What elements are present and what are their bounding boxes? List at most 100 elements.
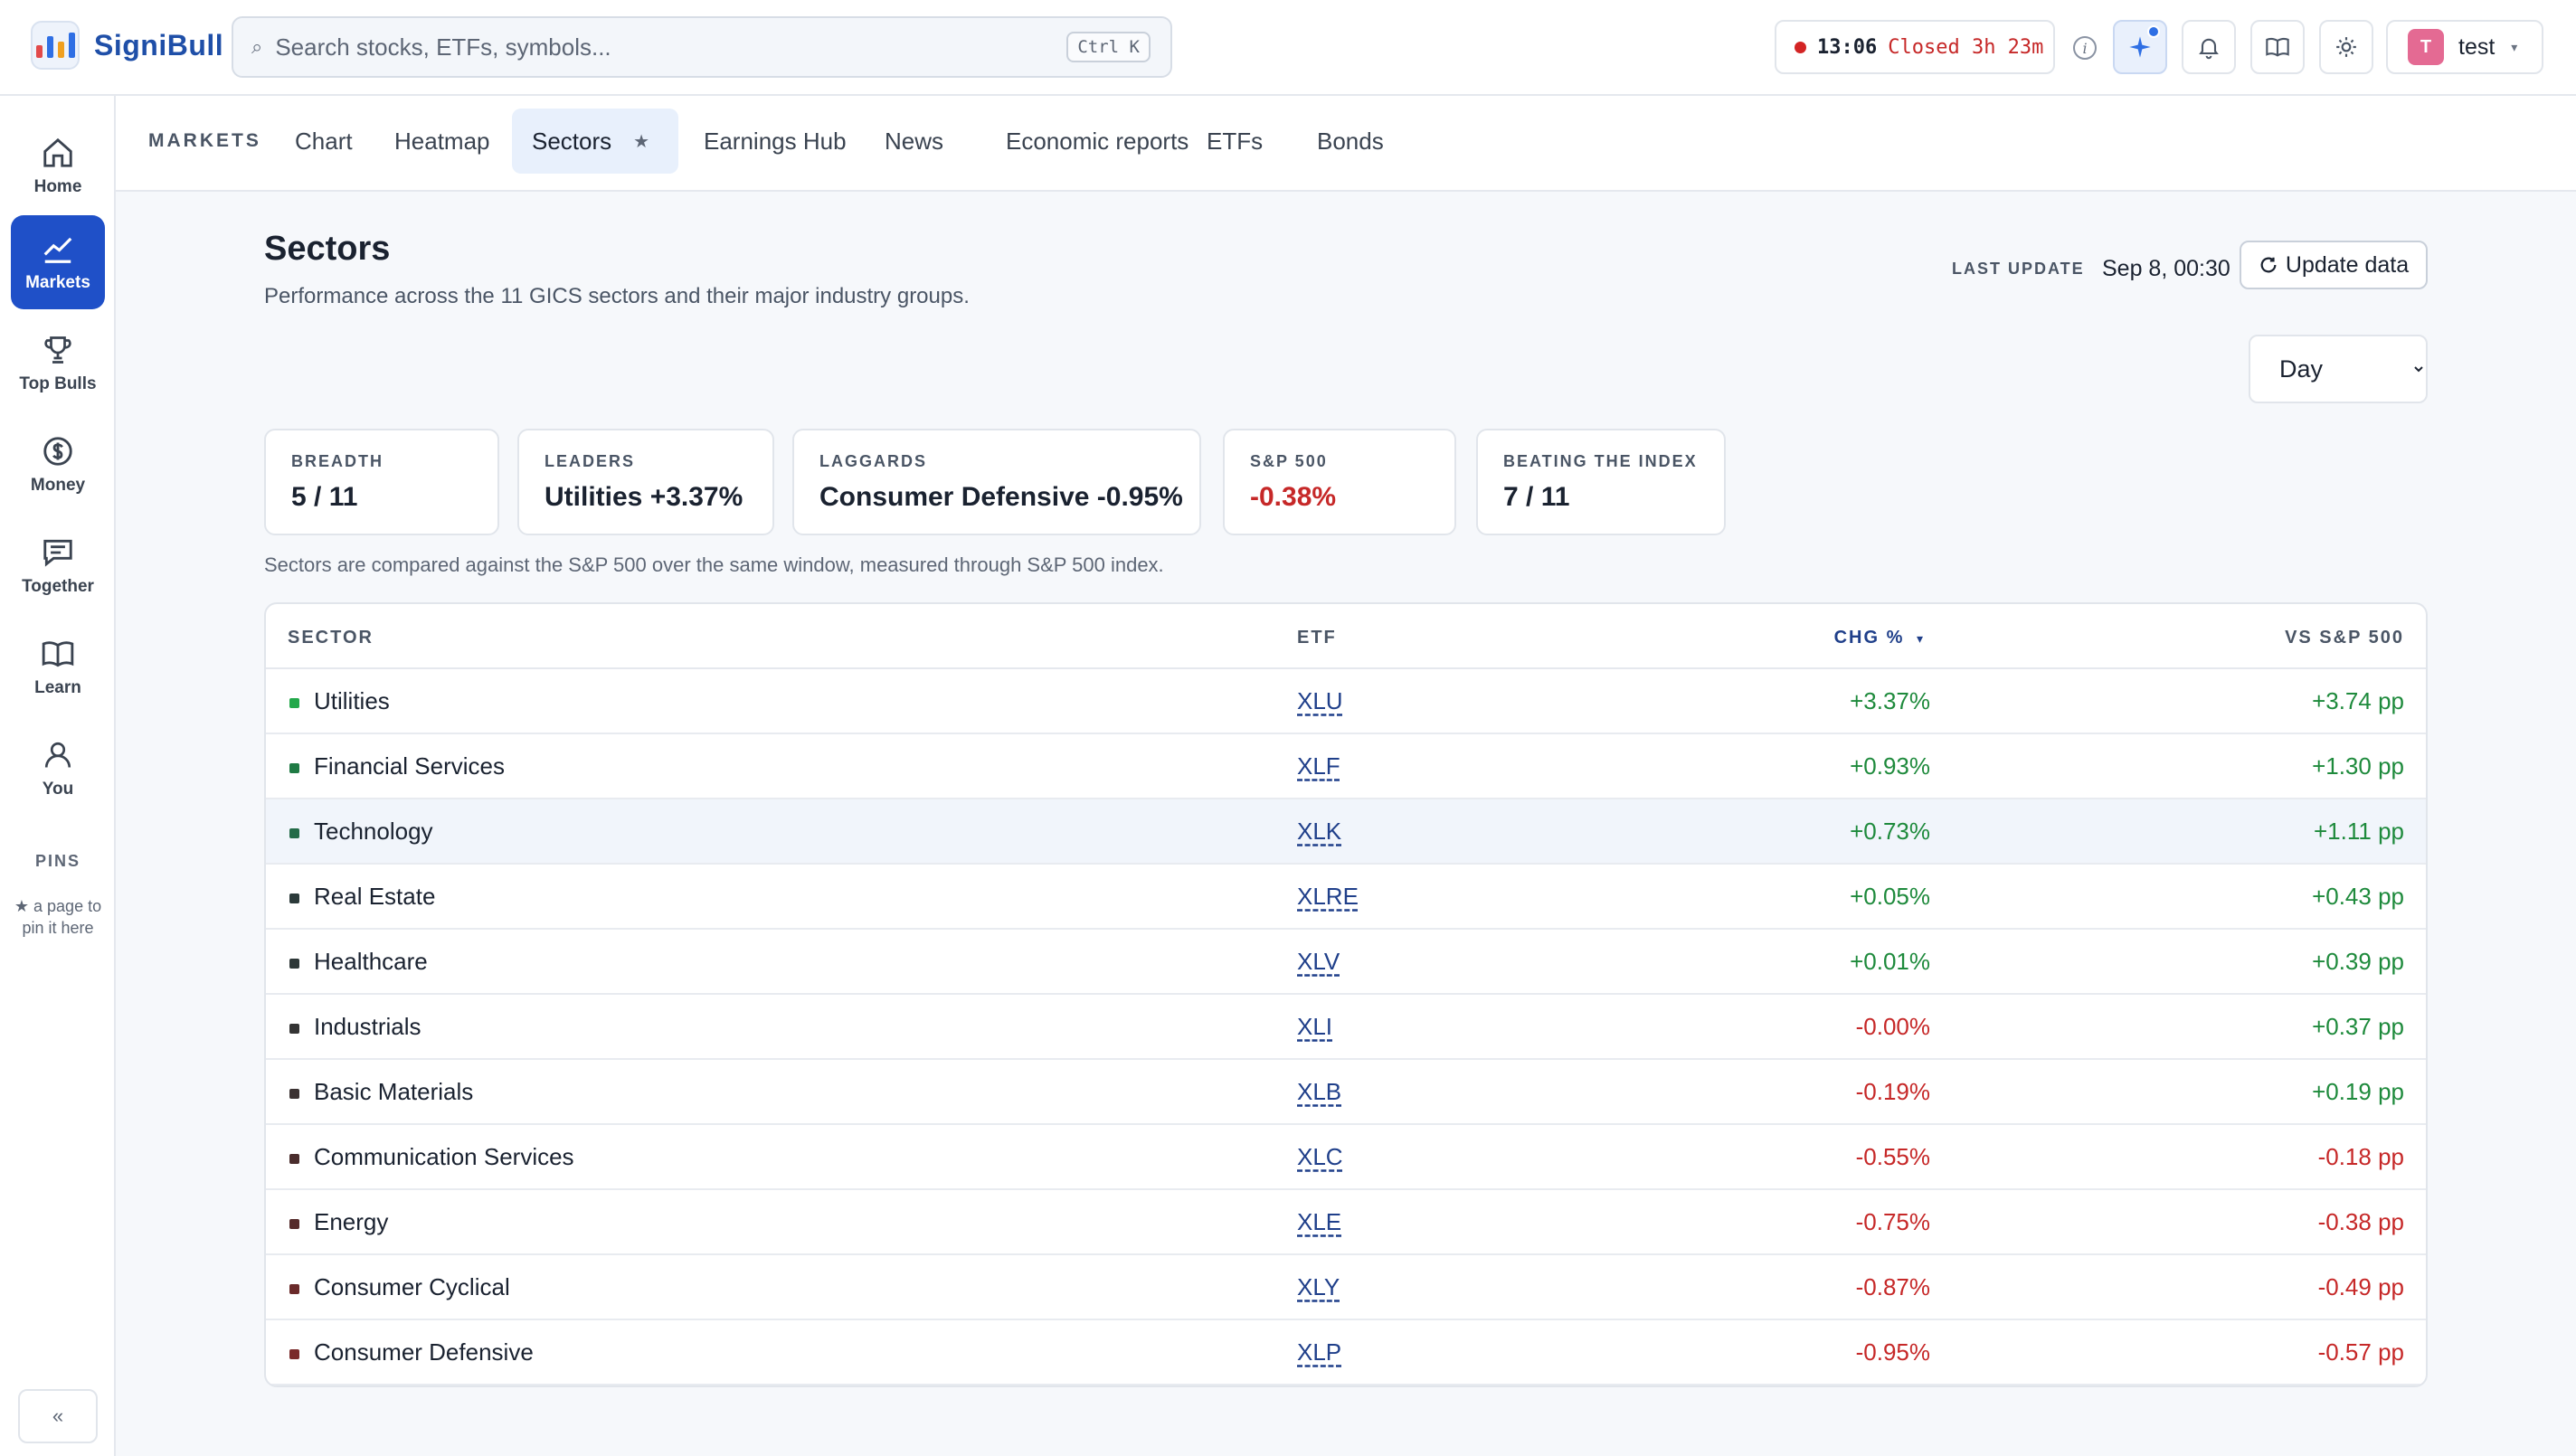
tab-etfs[interactable]: ETFs [1187,109,1283,174]
stat-value: Consumer Defensive -0.95% [819,482,1183,512]
etf-link[interactable]: XLP [1297,1338,1341,1366]
sector-color-dot [289,1024,299,1034]
refresh-icon [2260,257,2277,273]
table-row[interactable]: Consumer Cyclical XLY -0.87% -0.49 pp [266,1255,2426,1320]
collapse-sidebar-button[interactable]: « [18,1389,98,1443]
period-select[interactable]: Day [2249,335,2428,403]
sidebar-item-top-bulls[interactable]: Top Bulls [11,317,105,411]
sidebar-item-label: You [42,780,74,799]
table-row[interactable]: Financial Services XLF +0.93% +1.30 pp [266,734,2426,799]
sector-name: Consumer Cyclical [314,1273,510,1300]
etf-link[interactable]: XLK [1297,818,1341,846]
column-header-etf[interactable]: ETF [1297,628,1337,648]
tab-label: Economic reports [1006,127,1189,155]
sidebar-item-learn[interactable]: Learn [11,620,105,714]
bell-icon [2199,38,2219,60]
table-row[interactable]: Basic Materials XLB -0.19% +0.19 pp [266,1060,2426,1125]
chart-line-icon [43,237,72,263]
theme-toggle-button[interactable] [2319,20,2373,74]
table-header: SECTOR ETF CHG % ▾ VS S&P 500 [266,604,2426,669]
stat-label: S&P 500 [1250,452,1328,470]
etf-link[interactable]: XLB [1297,1078,1341,1106]
sector-name: Financial Services [314,752,505,780]
table-row[interactable]: Consumer Defensive XLP -0.95% -0.57 pp [266,1320,2426,1385]
sidebar-item-you[interactable]: You [11,722,105,816]
user-menu-button[interactable]: T test ▾ [2386,20,2543,74]
stat-value: -0.38% [1250,482,1337,512]
etf-link[interactable]: XLU [1297,687,1343,715]
table-row[interactable]: Industrials XLI -0.00% +0.37 pp [266,995,2426,1060]
change-percent: +0.01% [1850,948,1930,975]
change-percent: +0.05% [1850,883,1930,910]
change-percent: -0.95% [1855,1338,1930,1366]
sidebar-item-markets[interactable]: Markets [11,215,105,309]
change-percent: +0.73% [1850,818,1930,845]
table-row[interactable]: Real Estate XLRE +0.05% +0.43 pp [266,865,2426,930]
column-header-chg[interactable]: CHG % ▾ [1834,628,1925,648]
sidebar-item-money[interactable]: Money [11,418,105,512]
logo[interactable]: SigniBull [31,21,223,70]
stat-card-breadth: BREADTH 5 / 11 [264,429,499,535]
tab-chart[interactable]: Chart [275,109,373,174]
stat-label: BEATING THE INDEX [1503,452,1698,470]
etf-link[interactable]: XLI [1297,1013,1332,1041]
etf-link[interactable]: XLE [1297,1208,1341,1236]
pins-hint: ★ a page to pin it here [14,897,102,937]
etf-link[interactable]: XLC [1297,1143,1343,1171]
book-icon [42,641,74,667]
search-icon: ⌕ [251,35,263,58]
info-icon[interactable]: i [2073,36,2097,60]
sector-color-dot [289,959,299,969]
tab-sectors[interactable]: Sectors ★ [512,109,678,174]
top-bar: SigniBull ⌕ Ctrl K 13:06 Closed 3h 23m i [0,0,2576,96]
tab-heatmap[interactable]: Heatmap [374,109,510,174]
search-shortcut-hint: Ctrl K [1066,32,1151,62]
tab-label: Heatmap [394,127,490,155]
sidebar-item-together[interactable]: Together [11,519,105,613]
column-header-vs-sp500[interactable]: VS S&P 500 [2285,628,2404,648]
last-update-value: Sep 8, 00:30 [2102,256,2230,281]
notifications-button[interactable] [2182,20,2236,74]
table-row[interactable]: Energy XLE -0.75% -0.38 pp [266,1190,2426,1255]
brand-name: SigniBull [94,28,224,61]
etf-link[interactable]: XLV [1297,948,1340,976]
vs-sp500-value: +1.11 pp [2313,818,2404,845]
change-percent: -0.19% [1855,1078,1930,1105]
tab-news[interactable]: News [865,109,963,174]
sector-name: Industrials [314,1013,421,1040]
guides-button[interactable] [2250,20,2305,74]
sector-color-dot [289,1219,299,1229]
stat-value: 5 / 11 [291,482,358,512]
sector-name: Energy [314,1208,389,1235]
sidebar-item-label: Markets [25,273,90,292]
tab-bonds[interactable]: Bonds [1297,109,1404,174]
chat-icon [43,539,72,567]
search-bar[interactable]: ⌕ Ctrl K [232,16,1172,78]
book-open-icon [2266,37,2289,57]
etf-link[interactable]: XLF [1297,752,1340,780]
avatar: T [2408,29,2444,65]
sector-color-dot [289,698,299,708]
logo-icon [31,21,80,70]
sidebar-item-home[interactable]: Home [11,119,105,213]
table-row[interactable]: Technology XLK +0.73% +1.11 pp [266,799,2426,865]
trophy-icon [44,336,71,364]
change-percent: -0.00% [1855,1013,1930,1040]
etf-link[interactable]: XLY [1297,1273,1340,1301]
column-header-sector[interactable]: SECTOR [288,628,374,648]
sector-name: Consumer Defensive [314,1338,534,1366]
user-icon [44,742,71,768]
table-row[interactable]: Healthcare XLV +0.01% +0.39 pp [266,930,2426,995]
tab-earnings-hub[interactable]: Earnings Hub [684,109,867,174]
etf-link[interactable]: XLRE [1297,883,1359,911]
search-input[interactable] [275,33,1067,61]
update-data-button[interactable]: Update data [2240,241,2428,289]
tab-economic-reports[interactable]: Economic reports [986,109,1208,174]
user-name: test [2458,33,2496,60]
double-chevron-left-icon: « [52,1404,64,1427]
vs-sp500-value: -0.38 pp [2317,1208,2404,1235]
table-row[interactable]: Utilities XLU +3.37% +3.74 pp [266,669,2426,734]
pin-star-icon[interactable]: ★ [633,130,649,153]
table-row[interactable]: Communication Services XLC -0.55% -0.18 pp [266,1125,2426,1190]
ai-assistant-button[interactable] [2113,20,2167,74]
